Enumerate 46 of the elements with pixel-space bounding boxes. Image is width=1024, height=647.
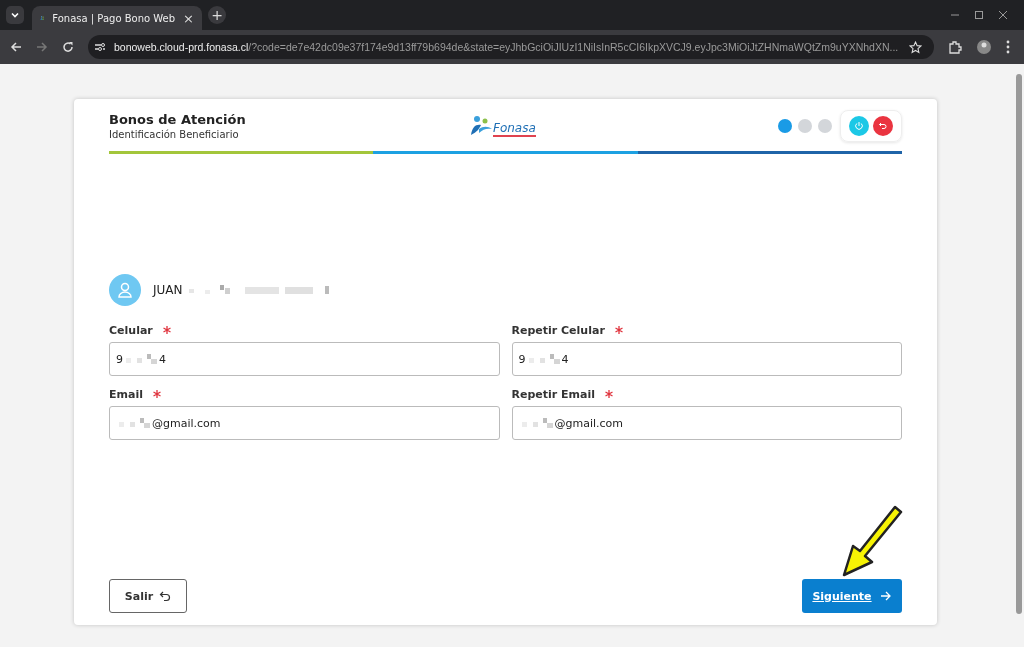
extensions-icon[interactable] bbox=[948, 40, 962, 54]
close-tab-button[interactable]: × bbox=[183, 10, 194, 26]
exit-button[interactable]: Salir bbox=[109, 579, 187, 613]
menu-icon[interactable] bbox=[1006, 40, 1010, 54]
new-tab-button[interactable]: + bbox=[208, 6, 226, 24]
input-field[interactable]: 9 4 bbox=[511, 342, 902, 376]
field-label: Email bbox=[109, 388, 143, 401]
field-label: Celular bbox=[109, 324, 153, 337]
page-title: Bonos de Atención bbox=[109, 112, 247, 127]
field-value: 4 bbox=[561, 352, 569, 366]
reload-icon[interactable] bbox=[62, 41, 74, 53]
pixelated-text-drawing bbox=[123, 353, 159, 365]
next-button[interactable]: Siguiente bbox=[802, 579, 902, 613]
field-value: 4 bbox=[159, 352, 166, 366]
forward-icon[interactable] bbox=[36, 41, 48, 53]
address-bar[interactable]: bonoweb.cloud-prd.fonasa.cl/?code=de7e42dc09e37f174e9d13ff79b694de&state=eyJhbGciOiJIUzI1NiIsInR5cCI6IkpXVCJ9.eyJpc3MiOiJtZHNmaWQtZm9uYXNhdXN... bbox=[88, 35, 934, 59]
field-value: @gmail.com bbox=[152, 416, 221, 430]
field-label: Repetir Celular bbox=[511, 324, 605, 337]
field-value: @gmail.com bbox=[554, 416, 624, 430]
undo-icon bbox=[159, 590, 172, 602]
bookmark-star-icon[interactable] bbox=[909, 40, 922, 54]
profile-avatar-icon[interactable] bbox=[976, 39, 992, 55]
family-logo-icon bbox=[469, 115, 493, 137]
beneficiary-name: JUAN bbox=[153, 283, 183, 297]
caret-icon bbox=[10, 10, 20, 20]
field-value: 9 bbox=[116, 352, 123, 366]
close-icon[interactable] bbox=[998, 10, 1008, 20]
tab-search-button[interactable] bbox=[6, 6, 24, 24]
pixelated-text-drawing bbox=[116, 417, 152, 429]
input-field[interactable]: @gmail.com bbox=[109, 406, 500, 440]
page-subtitle: Identificación Beneficiario bbox=[109, 129, 240, 140]
user-avatar-icon bbox=[109, 274, 141, 306]
back-icon[interactable] bbox=[10, 41, 22, 53]
undo-button[interactable] bbox=[873, 116, 893, 136]
annotation-arrow-icon bbox=[840, 503, 904, 579]
logo-text: Fonasa bbox=[493, 121, 536, 137]
tab-title: Fonasa | Pago Bono Web bbox=[52, 12, 176, 24]
site-settings-icon bbox=[94, 41, 106, 53]
maximize-icon[interactable] bbox=[974, 10, 984, 20]
browser-tab[interactable]: Fonasa | Pago Bono Web × bbox=[32, 6, 202, 30]
input-field[interactable]: 9 4 bbox=[109, 342, 500, 376]
field-value: 9 bbox=[518, 352, 526, 366]
arrow-right-icon bbox=[879, 590, 892, 602]
field-label: Repetir Email bbox=[511, 388, 595, 401]
url-text: bonoweb.cloud-prd.fonasa.cl/?code=de7e42dc09e37f174e9d13ff79b694de&state=eyJhbGciOiJIUzI1NiIsInR5cCI6IkpXVCJ9.eyJpc3MiOiJtZHNmaWQtZm9uYXNhdXN... bbox=[114, 41, 900, 53]
input-field[interactable]: @gmail.com bbox=[511, 406, 902, 440]
